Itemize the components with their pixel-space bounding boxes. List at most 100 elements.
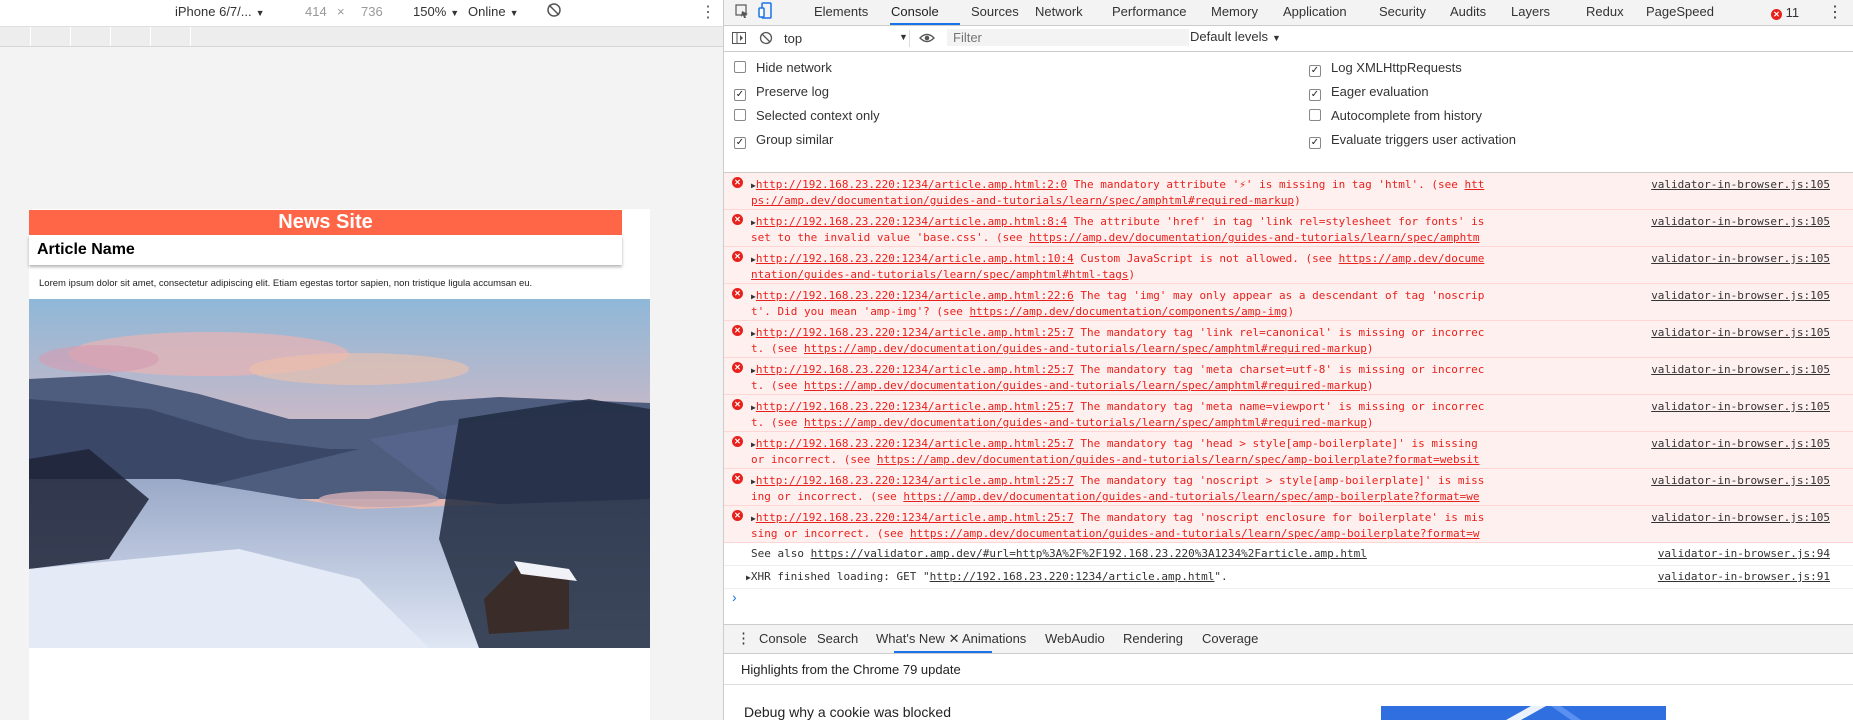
drawer-tab-coverage[interactable]: Coverage <box>1202 631 1258 646</box>
tab-audits[interactable]: Audits <box>1450 4 1486 19</box>
tab-console[interactable]: Console <box>891 4 939 19</box>
hide-network-checkbox[interactable]: Hide network <box>734 60 832 75</box>
tab-application[interactable]: Application <box>1283 4 1347 19</box>
eager-evaluation-checkbox[interactable]: ✓ Eager evaluation <box>1309 84 1429 101</box>
docs-link[interactable]: https://amp.dev/documentation/guides-and… <box>804 342 1367 355</box>
autocomplete-history-checkbox[interactable]: Autocomplete from history <box>1309 108 1482 123</box>
message-source-link[interactable]: validator-in-browser.js:105 <box>1651 251 1830 266</box>
network-label: Online <box>468 4 506 19</box>
source-location-link[interactable]: http://192.168.23.220:1234/article.amp.h… <box>756 511 1074 524</box>
log-xhr-checkbox[interactable]: ✓ Log XMLHttpRequests <box>1309 60 1462 77</box>
source-location-link[interactable]: http://192.168.23.220:1234/article.amp.h… <box>756 252 1074 265</box>
validator-link[interactable]: https://validator.amp.dev/#url=http%3A%2… <box>811 547 1367 560</box>
console-error-message[interactable]: ✕ ▶http://192.168.23.220:1234/article.amp… <box>724 358 1853 395</box>
rotate-icon[interactable] <box>546 2 562 21</box>
message-source-link[interactable]: validator-in-browser.js:105 <box>1651 362 1830 377</box>
checkbox[interactable] <box>734 109 746 121</box>
console-error-message[interactable]: ✕ ▶http://192.168.23.220:1234/article.amp… <box>724 506 1853 543</box>
message-source-link[interactable]: validator-in-browser.js:105 <box>1651 214 1830 229</box>
drawer-tab-webaudio[interactable]: WebAudio <box>1045 631 1105 646</box>
message-source-link[interactable]: validator-in-browser.js:105 <box>1651 473 1830 488</box>
clear-console-icon[interactable] <box>759 31 773 48</box>
source-location-link[interactable]: http://192.168.23.220:1234/article.amp.h… <box>756 326 1074 339</box>
source-location-link[interactable]: http://192.168.23.220:1234/article.amp.h… <box>756 400 1074 413</box>
console-error-message[interactable]: ✕ ▶http://192.168.23.220:1234/article.amp… <box>724 210 1853 247</box>
checkbox-label: Group similar <box>756 132 834 147</box>
console-error-message[interactable]: ✕ ▶http://192.168.23.220:1234/article.amp… <box>724 284 1853 321</box>
console-error-message[interactable]: ✕ ▶http://192.168.23.220:1234/article.amp… <box>724 321 1853 358</box>
console-xhr-message[interactable]: ▶XHR finished loading: GET "http://192.1… <box>724 566 1853 589</box>
more-options-icon[interactable]: ⋮ <box>700 2 716 22</box>
console-error-message[interactable]: ✕ ▶http://192.168.23.220:1234/article.amp… <box>724 395 1853 432</box>
message-source-link[interactable]: validator-in-browser.js:105 <box>1651 288 1830 303</box>
tab-sources[interactable]: Sources <box>971 4 1019 19</box>
device-width-input[interactable]: 414 <box>305 4 327 19</box>
request-url-link[interactable]: http://192.168.23.220:1234/article.amp.h… <box>930 570 1215 583</box>
docs-link[interactable]: https://amp.dev/documentation/components… <box>970 305 1288 318</box>
source-location-link[interactable]: http://192.168.23.220:1234/article.amp.h… <box>756 289 1074 302</box>
zoom-select[interactable]: 150% ▼ <box>413 4 459 19</box>
console-prompt-icon[interactable]: › <box>732 589 737 605</box>
source-location-link[interactable]: http://192.168.23.220:1234/article.amp.h… <box>756 437 1074 450</box>
checkbox[interactable] <box>734 61 746 73</box>
message-source-link[interactable]: validator-in-browser.js:105 <box>1651 436 1830 451</box>
message-source-link[interactable]: validator-in-browser.js:91 <box>1658 569 1830 584</box>
tab-layers[interactable]: Layers <box>1511 4 1550 19</box>
media-query-bar[interactable] <box>0 27 723 47</box>
evaluate-triggers-checkbox[interactable]: ✓ Evaluate triggers user activation <box>1309 132 1516 149</box>
source-location-link[interactable]: http://192.168.23.220:1234/article.amp.h… <box>756 215 1067 228</box>
console-error-message[interactable]: ✕ ▶http://192.168.23.220:1234/article.amp… <box>724 469 1853 506</box>
console-error-message[interactable]: ✕ ▶http://192.168.23.220:1234/article.amp… <box>724 432 1853 469</box>
more-options-icon[interactable]: ⋮ <box>1827 2 1843 22</box>
checkbox[interactable]: ✓ <box>1309 65 1321 77</box>
device-height-input[interactable]: 736 <box>361 4 383 19</box>
tab-network[interactable]: Network <box>1035 4 1083 19</box>
checkbox[interactable]: ✓ <box>734 137 746 149</box>
console-log-message[interactable]: See also https://validator.amp.dev/#url=… <box>724 543 1853 566</box>
close-icon[interactable]: ✕ <box>949 631 960 646</box>
drawer-tab-rendering[interactable]: Rendering <box>1123 631 1183 646</box>
message-source-link[interactable]: validator-in-browser.js:105 <box>1651 177 1830 192</box>
filter-input[interactable] <box>947 29 1189 46</box>
error-count-badge[interactable]: ✕ 11 <box>1771 5 1799 20</box>
tab-security[interactable]: Security <box>1379 4 1426 19</box>
preserve-log-checkbox[interactable]: ✓ Preserve log <box>734 84 829 101</box>
message-source-link[interactable]: validator-in-browser.js:105 <box>1651 510 1830 525</box>
tab-performance[interactable]: Performance <box>1112 4 1186 19</box>
checkbox[interactable]: ✓ <box>734 89 746 101</box>
drawer-tab-whats-new[interactable]: What's New ✕ <box>876 631 959 647</box>
checkbox[interactable]: ✓ <box>1309 137 1321 149</box>
tab-redux[interactable]: Redux <box>1586 4 1624 19</box>
console-error-message[interactable]: ✕ ▶http://192.168.23.220:1234/article.amp… <box>724 247 1853 284</box>
drawer-tab-search[interactable]: Search <box>817 631 858 646</box>
context-select[interactable]: top ▼ <box>779 30 910 47</box>
inspect-element-icon[interactable] <box>734 3 750 22</box>
message-source-link[interactable]: validator-in-browser.js:105 <box>1651 399 1830 414</box>
docs-link[interactable]: https://amp.dev/documentation/guides-and… <box>804 416 1367 429</box>
tab-pagespeed[interactable]: PageSpeed <box>1646 4 1714 19</box>
source-location-link[interactable]: http://192.168.23.220:1234/article.amp.h… <box>756 474 1074 487</box>
sidebar-toggle-icon[interactable] <box>732 32 746 47</box>
console-error-message[interactable]: ✕ ▶http://192.168.23.220:1234/article.amp… <box>724 173 1853 210</box>
checkbox[interactable]: ✓ <box>1309 89 1321 101</box>
eye-icon[interactable] <box>919 31 935 48</box>
docs-link[interactable]: https://amp.dev/documentation/guides-and… <box>804 379 1367 392</box>
drawer-tab-console[interactable]: Console <box>759 631 807 646</box>
checkbox[interactable] <box>1309 109 1321 121</box>
tab-memory[interactable]: Memory <box>1211 4 1258 19</box>
network-throttle-select[interactable]: Online ▼ <box>468 4 519 19</box>
source-location-link[interactable]: http://192.168.23.220:1234/article.amp.h… <box>756 363 1074 376</box>
source-location-link[interactable]: http://192.168.23.220:1234/article.amp.h… <box>756 178 1067 191</box>
drawer-menu-icon[interactable]: ⋮ <box>736 629 751 647</box>
message-source-link[interactable]: validator-in-browser.js:94 <box>1658 546 1830 561</box>
device-select[interactable]: iPhone 6/7/... ▼ <box>175 4 265 19</box>
selected-context-checkbox[interactable]: Selected context only <box>734 108 880 123</box>
whats-new-item[interactable]: Debug why a cookie was blocked <box>744 704 951 720</box>
group-similar-checkbox[interactable]: ✓ Group similar <box>734 132 833 149</box>
log-levels-select[interactable]: Default levels ▼ <box>1190 29 1281 44</box>
device-toggle-icon[interactable] <box>758 2 774 23</box>
drawer-tab-animations[interactable]: Animations <box>962 631 1026 646</box>
tab-elements[interactable]: Elements <box>814 4 868 19</box>
error-icon: ✕ <box>732 362 743 373</box>
message-source-link[interactable]: validator-in-browser.js:105 <box>1651 325 1830 340</box>
